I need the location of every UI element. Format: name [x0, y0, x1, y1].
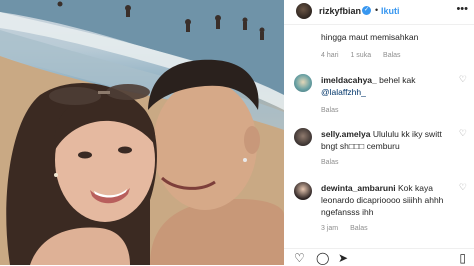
comment-item: imeldacahya_ behel kak @lalaffzhh_ ♡ Bal…: [284, 70, 474, 120]
post-actions-bar: ♡ ◯ ➤ ▯: [284, 248, 474, 266]
reply-button[interactable]: Balas: [321, 159, 339, 166]
like-comment-heart-icon[interactable]: ♡: [459, 182, 467, 193]
comment-text: hingga maut memisahkan: [321, 32, 419, 42]
bookmark-icon[interactable]: ▯: [459, 251, 466, 265]
reply-button[interactable]: Balas: [321, 107, 339, 114]
avatar[interactable]: [294, 74, 312, 92]
like-comment-heart-icon[interactable]: ♡: [459, 128, 467, 139]
comment-text: behel kak: [379, 75, 416, 85]
separator-dot: •: [375, 5, 379, 15]
comment-meta: Balas: [321, 107, 349, 114]
comment-time[interactable]: 3 jam: [321, 225, 338, 232]
follow-button[interactable]: Ikuti: [381, 6, 400, 16]
comment-body: imeldacahya_ behel kak @lalaffzhh_: [321, 74, 455, 98]
avatar[interactable]: [296, 3, 312, 19]
comment-body: selly.amelya Ulululu kk iky switt bngt s…: [321, 128, 455, 152]
avatar[interactable]: [294, 182, 312, 200]
comment-item: dewinta_ambaruni Kok kaya leonardo dicap…: [284, 178, 474, 236]
comment-icon[interactable]: ◯: [316, 251, 329, 265]
comment-likes[interactable]: 1 suka: [350, 52, 371, 59]
comment-meta: Balas: [321, 159, 349, 166]
reply-button[interactable]: Balas: [350, 225, 368, 232]
comment-username[interactable]: selly.amelya: [321, 129, 370, 139]
avatar[interactable]: [294, 128, 312, 146]
verified-badge-icon: ✓: [362, 6, 371, 15]
comment-meta: 3 jam Balas: [321, 225, 378, 232]
header-username[interactable]: rizkyfbian: [319, 6, 361, 16]
comment-body: dewinta_ambaruni Kok kaya leonardo dicap…: [321, 182, 455, 218]
beach-selfie-image: [0, 0, 284, 265]
send-icon[interactable]: ➤: [338, 251, 348, 265]
comment-username[interactable]: dewinta_ambaruni: [321, 183, 396, 193]
comment-mention[interactable]: @lalaffzhh_: [321, 87, 366, 97]
comment-time[interactable]: 4 hari: [321, 52, 339, 59]
heart-icon[interactable]: ♡: [294, 251, 305, 265]
reply-button[interactable]: Balas: [383, 52, 401, 59]
post-header: rizkyfbian ✓ • Ikuti •••: [284, 0, 474, 25]
comment-item: hingga maut memisahkan 4 hari 1 suka Bal…: [284, 24, 474, 66]
comments-panel: rizkyfbian ✓ • Ikuti ••• hingga maut mem…: [284, 0, 474, 265]
comment-meta: 4 hari 1 suka Balas: [321, 52, 411, 59]
like-comment-heart-icon[interactable]: ♡: [459, 74, 467, 85]
more-horizontal-icon[interactable]: •••: [456, 3, 468, 15]
comment-username[interactable]: imeldacahya_: [321, 75, 377, 85]
comment-item: selly.amelya Ulululu kk iky switt bngt s…: [284, 124, 474, 174]
post-photo[interactable]: [0, 0, 284, 265]
